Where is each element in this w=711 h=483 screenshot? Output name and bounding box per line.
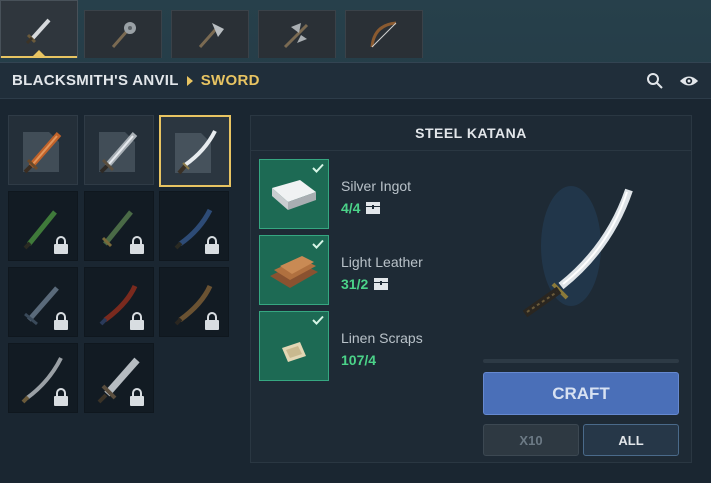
bow-icon <box>370 21 397 47</box>
recipe-slot-locked[interactable] <box>159 191 229 261</box>
recipe-slot-locked[interactable] <box>8 267 78 337</box>
lock-icon <box>130 312 144 330</box>
storage-chest-icon <box>374 278 389 290</box>
mace-icon <box>111 21 136 48</box>
copper-sword-icon <box>23 132 62 174</box>
steel-katana-preview-icon <box>522 186 633 318</box>
ingredient-qty: 107/4 <box>341 352 377 368</box>
recipe-slot-steel-katana[interactable] <box>159 115 231 187</box>
lock-icon <box>54 236 68 254</box>
recipe-detail-panel: STEEL KATANA Silver Ingot 4/4 Light Leat… <box>250 115 692 463</box>
lock-icon <box>205 312 219 330</box>
breadcrumb-arrow-icon <box>186 75 193 86</box>
crafting-window: BLACKSMITH'S ANVIL SWORD STEEL KATANA Si… <box>0 62 711 483</box>
item-preview <box>491 166 671 386</box>
category-title[interactable]: SWORD <box>201 72 260 89</box>
lock-icon <box>54 388 68 406</box>
lock-icon <box>130 388 144 406</box>
ingredient-qty: 4/4 <box>341 200 381 216</box>
tab-mace[interactable] <box>84 10 162 58</box>
axe-icon <box>198 22 224 48</box>
craft-x10-button[interactable]: X10 <box>483 424 579 456</box>
recipe-slot-locked[interactable] <box>84 267 154 337</box>
iron-sword-icon <box>99 132 138 174</box>
steel-katana-icon <box>177 130 217 175</box>
lock-icon <box>205 236 219 254</box>
recipe-slot-locked[interactable] <box>84 191 154 261</box>
tab-sword[interactable] <box>0 0 78 58</box>
check-icon <box>312 315 324 325</box>
search-icon[interactable] <box>645 71 665 91</box>
tab-bow[interactable] <box>345 10 423 58</box>
eye-icon[interactable] <box>679 71 699 91</box>
recipe-slot-iron-sword[interactable] <box>84 115 154 185</box>
weapon-category-tabs <box>0 0 711 58</box>
recipe-slot-locked[interactable] <box>8 343 78 413</box>
craft-progress-bar <box>483 359 679 363</box>
ingredient-silver-ingot[interactable] <box>259 159 331 231</box>
check-icon <box>312 239 324 249</box>
craft-all-button[interactable]: ALL <box>583 424 679 456</box>
crafting-header: BLACKSMITH'S ANVIL SWORD <box>0 63 711 99</box>
recipe-slot-locked[interactable] <box>159 267 229 337</box>
recipe-slot-locked[interactable] <box>84 343 154 413</box>
lock-icon <box>130 236 144 254</box>
lock-icon <box>54 312 68 330</box>
tab-axe[interactable] <box>171 10 249 58</box>
item-title: STEEL KATANA <box>251 116 691 151</box>
tab-double-axe[interactable] <box>258 10 336 58</box>
recipe-slot-copper-sword[interactable] <box>8 115 78 185</box>
station-title: BLACKSMITH'S ANVIL <box>12 72 179 89</box>
ingredient-name: Light Leather <box>341 254 423 270</box>
storage-chest-icon <box>366 202 381 214</box>
ingredient-linen-scraps[interactable] <box>259 311 331 383</box>
ingredient-name: Silver Ingot <box>341 178 412 194</box>
ingredient-light-leather[interactable] <box>259 235 331 307</box>
check-icon <box>312 163 324 173</box>
ingredient-qty: 31/2 <box>341 276 389 292</box>
ingredient-name: Linen Scraps <box>341 330 423 346</box>
sword-icon <box>25 18 51 44</box>
craft-button[interactable]: CRAFT <box>483 372 679 415</box>
recipe-slot-locked[interactable] <box>8 191 78 261</box>
double-axe-icon <box>283 22 309 48</box>
